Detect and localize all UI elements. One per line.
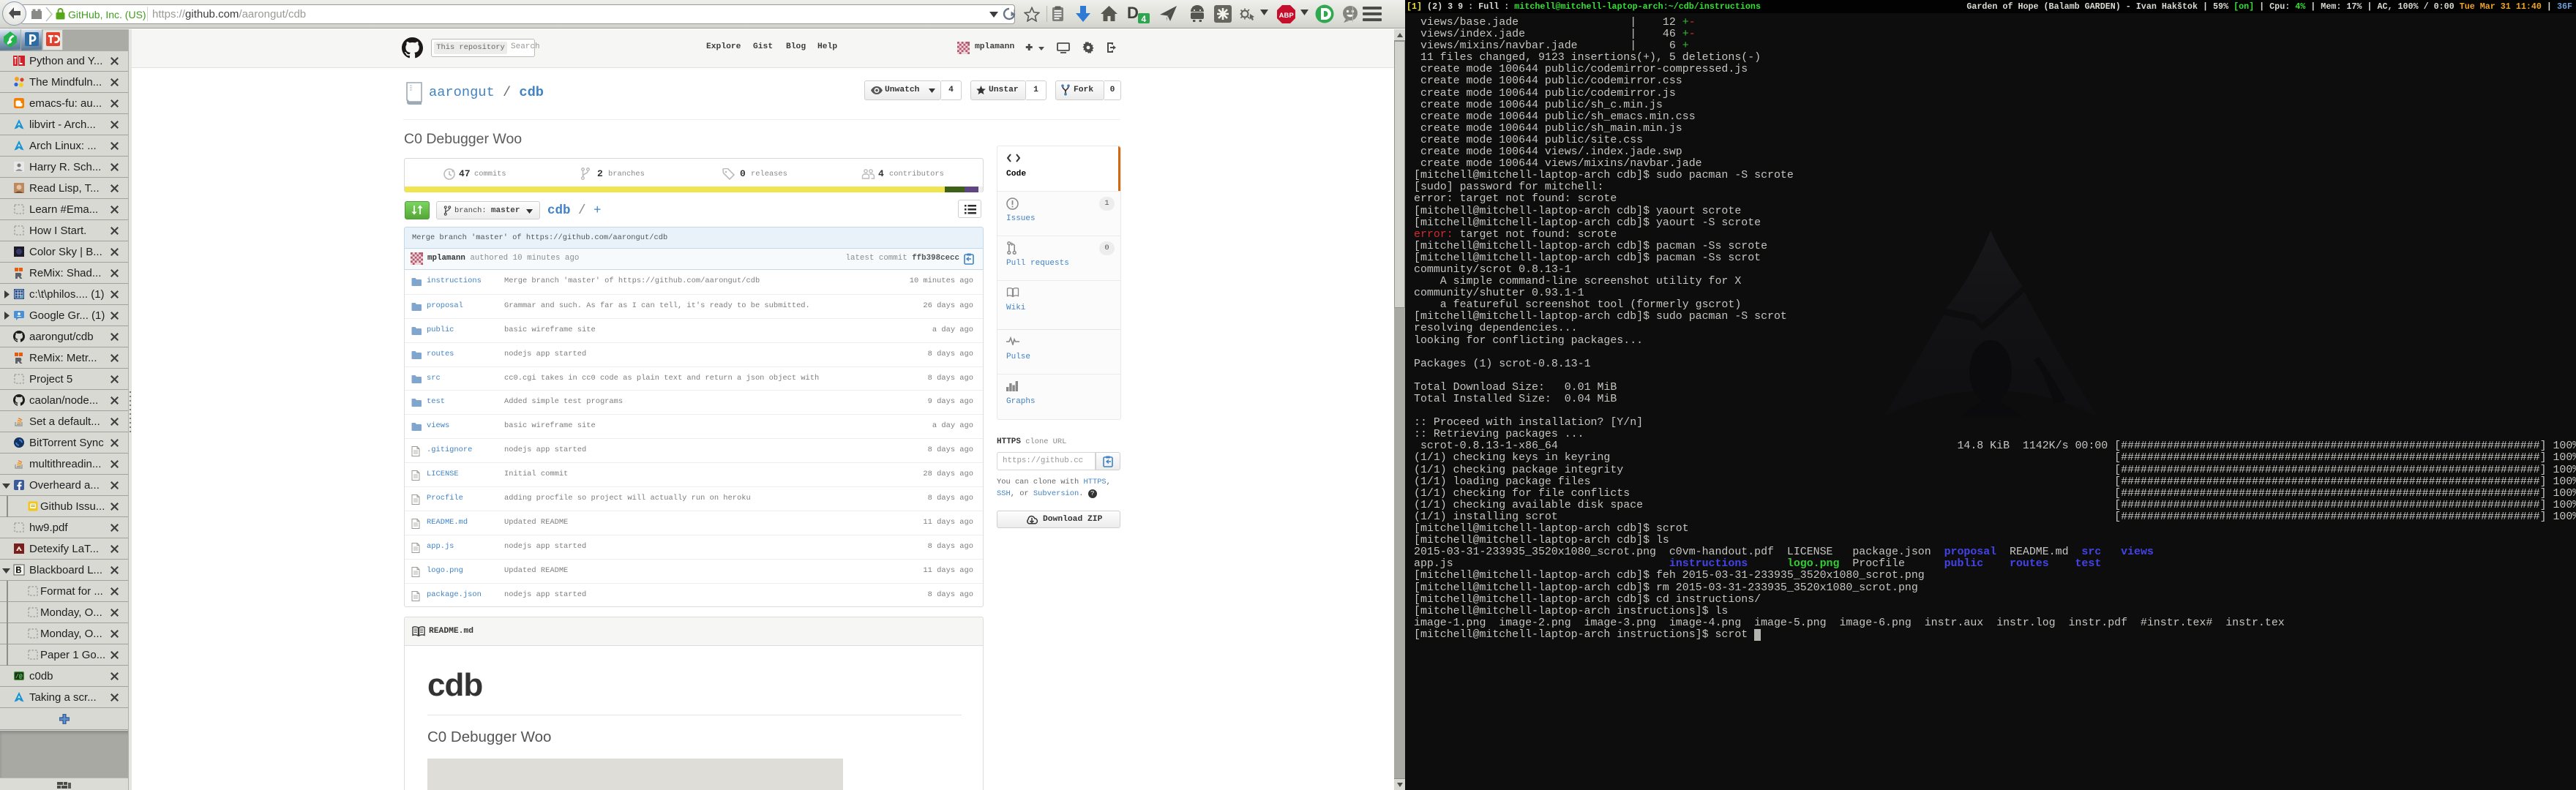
svg-text:D: D xyxy=(1127,4,1139,22)
svg-text:4: 4 xyxy=(1142,14,1147,24)
svg-text:ABP: ABP xyxy=(1279,12,1295,20)
svg-text:/@: /@ xyxy=(15,674,23,680)
